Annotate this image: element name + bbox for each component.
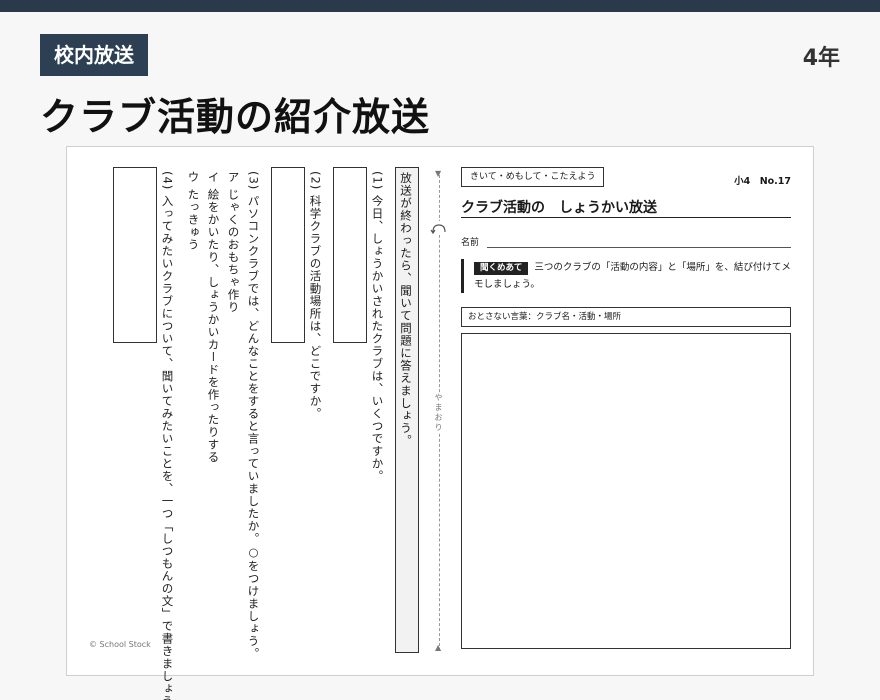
instruction-text: 放送が終わったら、聞いて問題に答えましょう。 bbox=[399, 172, 413, 447]
category-badge: 校内放送 bbox=[40, 34, 148, 76]
page-title: クラブ活動の紹介放送 bbox=[40, 95, 431, 139]
worksheet-tag: きいて・めもして・こたえよう bbox=[461, 167, 605, 187]
memo-box bbox=[461, 333, 791, 649]
worksheet-preview: 放送が終わったら、聞いて問題に答えましょう。 (1) 今日、しょうかいされたクラ… bbox=[66, 146, 814, 700]
copyright-text: © School Stock bbox=[89, 640, 151, 649]
listening-goal-label: 聞くめあて bbox=[474, 262, 529, 275]
question-3-option-a: ア じゃくのおもちゃ作り bbox=[226, 171, 241, 314]
answer-box-4 bbox=[113, 167, 157, 343]
worksheet-title: クラブ活動の しょうかい放送 bbox=[461, 200, 657, 216]
instruction-box: 放送が終わったら、聞いて問題に答えましょう。 bbox=[395, 167, 419, 653]
question-3-option-i: イ 絵をかいたり、しょうかいカードを作ったりする bbox=[206, 171, 221, 464]
question-4: (4) 入ってみたいクラブについて、聞いてみたいことを、一つ「しつもんの文」で書… bbox=[160, 171, 175, 700]
grade-label: 4年 bbox=[802, 46, 840, 71]
question-2: (2) 科学クラブの活動場所は、どこですか。 bbox=[308, 171, 323, 420]
fold-icon bbox=[430, 221, 448, 235]
fold-label: やまおり bbox=[433, 393, 444, 433]
top-bar bbox=[0, 0, 880, 12]
worksheet-number: 小4 No.17 bbox=[734, 176, 791, 187]
fold-arrow-top-icon: ▼ bbox=[435, 169, 442, 178]
answer-box-1 bbox=[333, 167, 367, 343]
key-words-box: おとさない言葉：クラブ名・活動・場所 bbox=[461, 307, 791, 327]
answer-box-2 bbox=[271, 167, 305, 343]
worksheet-right-section: きいて・めもして・こたえよう 小4 No.17 クラブ活動の しょうかい放送 名… bbox=[461, 167, 791, 649]
question-3-option-u: ウ たっきゅう bbox=[186, 171, 201, 251]
title-rule bbox=[461, 217, 791, 218]
question-3: (3) パソコンクラブでは、どんなことをすると言っていましたか。○をつけましょう… bbox=[246, 171, 261, 660]
question-1: (1) 今日、しょうかいされたクラブは、いくつですか。 bbox=[370, 171, 385, 483]
fold-arrow-bottom-icon: ▲ bbox=[435, 643, 442, 652]
name-label: 名前 bbox=[461, 238, 480, 248]
listening-goal: 聞くめあて 三つのクラブの「活動の内容」と「場所」を、結び付けてメモしましょう。 bbox=[461, 259, 791, 293]
name-line bbox=[487, 247, 791, 248]
